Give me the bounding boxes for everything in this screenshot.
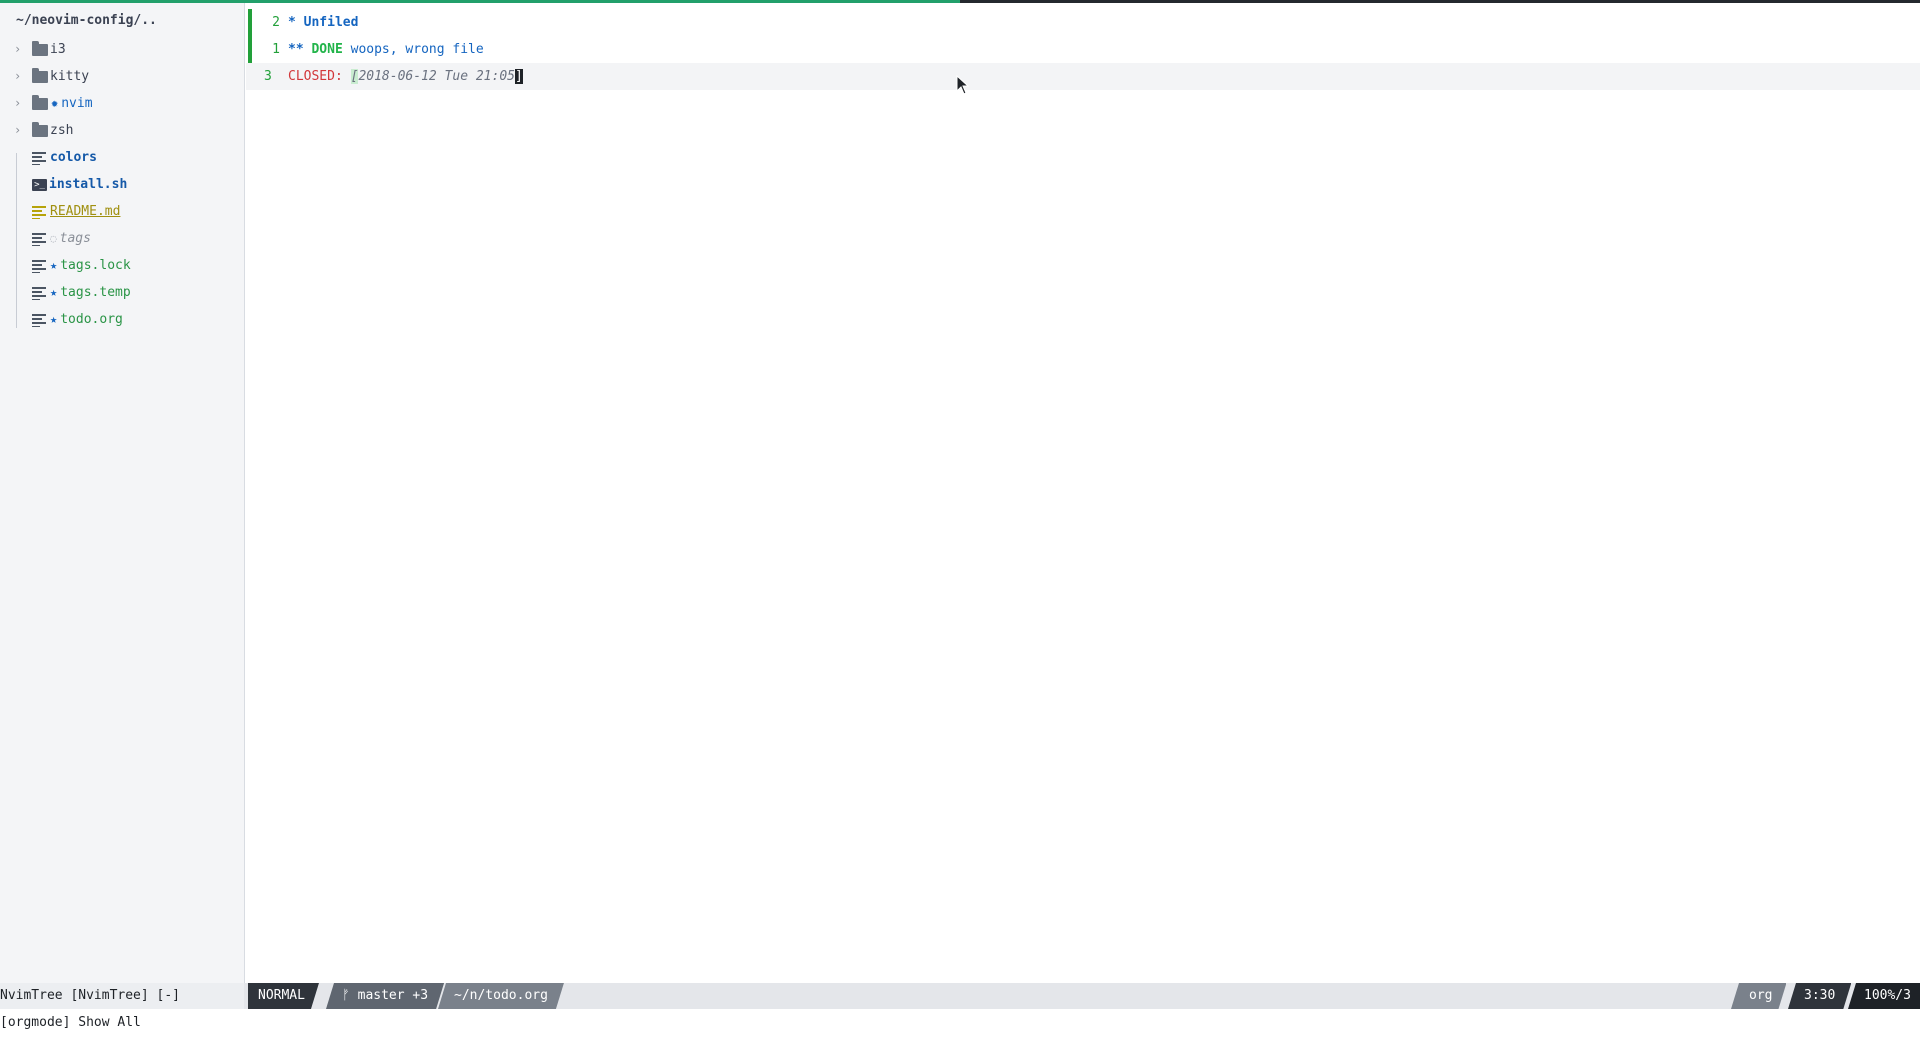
tree-item-label: kitty bbox=[50, 69, 90, 84]
file-lines-icon bbox=[32, 150, 48, 165]
tree-root-path[interactable]: ~/neovim-config/.. bbox=[16, 13, 157, 28]
tree-item-todo-org[interactable]: ★ todo.org bbox=[32, 306, 123, 333]
folder-icon bbox=[32, 94, 48, 110]
tree-item-label: todo.org bbox=[60, 312, 123, 327]
scroll-percent: 100%/3 bbox=[1848, 983, 1920, 1009]
org-timestamp: 2018-06-12 Tue 21:05 bbox=[358, 69, 515, 84]
line-number: 2 bbox=[272, 15, 280, 30]
git-branch: ᚠ master +3 bbox=[326, 983, 444, 1009]
gear-icon: ✹ bbox=[51, 96, 59, 110]
tree-item-label: install.sh bbox=[49, 177, 128, 192]
tree-statusline-label: NvimTree [NvimTree] [-] bbox=[0, 983, 244, 1009]
tree-item-readme[interactable]: README.md bbox=[32, 198, 120, 225]
org-heading-title: woops, wrong file bbox=[350, 42, 484, 57]
tree-item-label: colors bbox=[50, 150, 97, 165]
file-lines-icon bbox=[32, 231, 48, 246]
mouse-pointer-icon bbox=[956, 74, 970, 95]
star-icon: ★ bbox=[50, 285, 58, 299]
file-lines-icon bbox=[32, 258, 48, 273]
file-lines-icon bbox=[32, 285, 48, 300]
org-heading: * Unfiled bbox=[288, 15, 359, 30]
file-lines-icon bbox=[32, 204, 48, 219]
chevron-right-icon[interactable]: › bbox=[14, 90, 24, 117]
chevron-right-icon[interactable]: › bbox=[14, 36, 24, 63]
tree-item-label: nvim bbox=[61, 96, 93, 111]
file-tree-panel[interactable]: ~/neovim-config/.. › i3 › kitty › ✹ nvim… bbox=[0, 3, 245, 983]
folder-icon bbox=[32, 67, 48, 83]
tree-item-tags-lock[interactable]: ★ tags.lock bbox=[32, 252, 131, 279]
text-cursor: ] bbox=[515, 69, 523, 84]
tree-item-tags[interactable]: ◌ tags bbox=[32, 225, 91, 252]
chevron-right-icon[interactable]: › bbox=[14, 63, 24, 90]
folder-icon bbox=[32, 121, 48, 137]
git-branch-label: ᚠ master +3 bbox=[342, 988, 429, 1003]
filetype-indicator: org bbox=[1731, 983, 1786, 1009]
file-path: ~/n/todo.org bbox=[438, 983, 564, 1009]
file-lines-icon bbox=[32, 312, 48, 327]
editor-line[interactable]: 2 * Unfiled bbox=[246, 9, 358, 36]
ignored-icon: ◌ bbox=[50, 232, 57, 245]
tree-item-colors[interactable]: colors bbox=[32, 144, 97, 171]
editor-pane[interactable]: 2 * Unfiled 1 ** DONE woops, wrong file 3 C… bbox=[246, 3, 1920, 983]
tree-item-label: README.md bbox=[50, 204, 121, 219]
tree-item-label: tags.lock bbox=[60, 258, 131, 273]
tree-item-label: zsh bbox=[50, 123, 74, 138]
command-line-message[interactable]: [orgmode] Show All bbox=[0, 1012, 141, 1034]
org-todo-keyword: DONE bbox=[311, 42, 343, 57]
cursor-position: 3:30 bbox=[1788, 983, 1851, 1009]
editor-line[interactable]: 1 ** DONE woops, wrong file bbox=[246, 36, 484, 63]
tree-item-tags-temp[interactable]: ★ tags.temp bbox=[32, 279, 131, 306]
tree-item-install-sh[interactable]: >_ install.sh bbox=[32, 171, 127, 198]
line-number-current: 3 bbox=[264, 69, 272, 84]
folder-icon bbox=[32, 40, 48, 56]
org-closed-label: CLOSED: bbox=[288, 69, 343, 84]
star-icon: ★ bbox=[50, 312, 58, 326]
tree-item-label: tags bbox=[59, 231, 91, 246]
tree-item-label: tags.temp bbox=[60, 285, 131, 300]
mode-indicator: NORMAL bbox=[248, 983, 319, 1009]
tree-item-label: i3 bbox=[50, 42, 66, 57]
chevron-right-icon[interactable]: › bbox=[14, 117, 24, 144]
org-stars: ** bbox=[288, 42, 304, 57]
line-number: 1 bbox=[272, 42, 280, 57]
tree-indent-guide bbox=[16, 153, 17, 328]
editor-line-current[interactable]: 3 CLOSED: [2018-06-12 Tue 21:05] bbox=[246, 63, 523, 90]
terminal-icon: >_ bbox=[32, 178, 47, 191]
star-icon: ★ bbox=[50, 258, 58, 272]
statusline: NvimTree [NvimTree] [-] NORMAL ᚠ master … bbox=[0, 983, 1920, 1009]
